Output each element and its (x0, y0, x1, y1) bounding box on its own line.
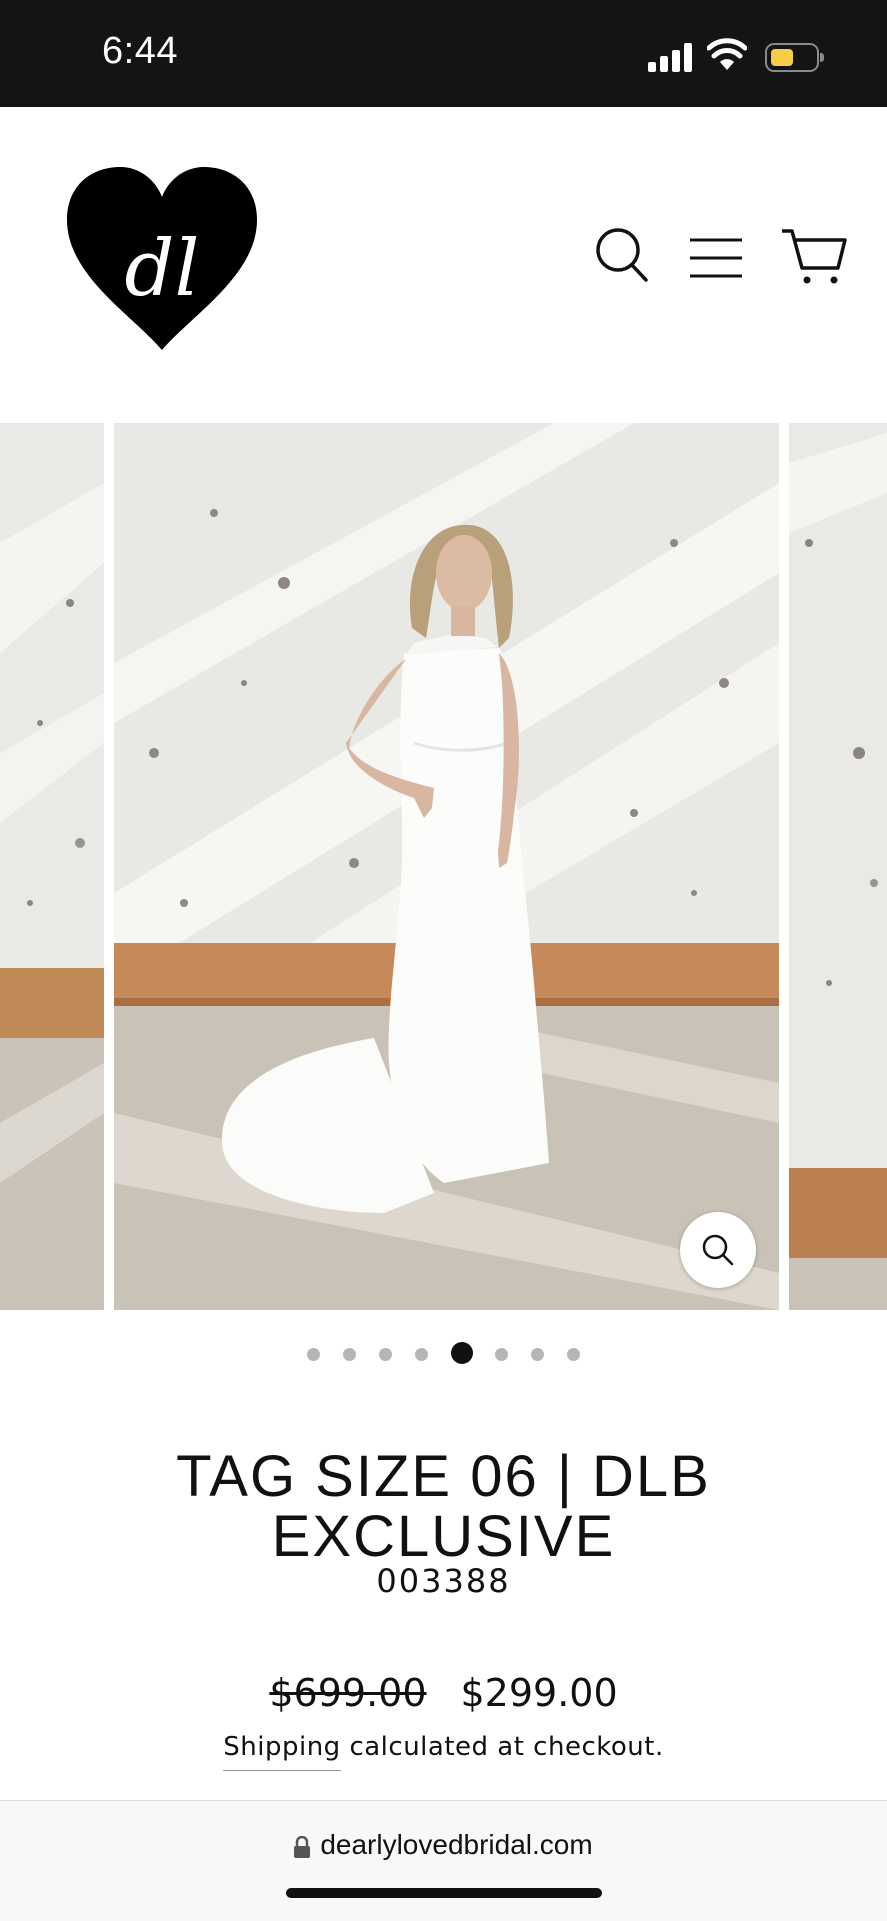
lock-icon (294, 1835, 311, 1858)
shipping-link[interactable]: Shipping (223, 1732, 341, 1771)
gallery-dot[interactable] (567, 1348, 580, 1361)
shipping-note-text: calculated at checkout. (340, 1732, 664, 1762)
browser-address-bar: dearlylovedbridal.com (0, 1800, 887, 1921)
menu-icon[interactable] (688, 236, 744, 280)
product-gallery[interactable] (0, 423, 887, 1310)
gallery-dot[interactable] (343, 1348, 356, 1361)
wifi-icon (707, 38, 747, 70)
cart-icon[interactable] (780, 228, 848, 286)
shipping-note: Shipping calculated at checkout. (0, 1732, 887, 1771)
gallery-pagination (0, 1342, 887, 1366)
url-text: dearlylovedbridal.com (320, 1829, 593, 1860)
brand-logo[interactable]: dl (62, 165, 262, 355)
status-bar: 6:44 (0, 0, 887, 107)
home-indicator[interactable] (286, 1888, 602, 1898)
product-title: TAG SIZE 06 | DLB EXCLUSIVE (176, 1443, 711, 1569)
gallery-dot[interactable] (495, 1348, 508, 1361)
search-icon[interactable] (594, 226, 650, 284)
status-time: 6:44 (102, 30, 178, 72)
sale-price: $299.00 (460, 1671, 618, 1715)
gallery-dot[interactable] (415, 1348, 428, 1361)
gallery-dot[interactable] (531, 1348, 544, 1361)
product-sku: 003388 (376, 1562, 511, 1600)
url-field[interactable]: dearlylovedbridal.com (0, 1829, 887, 1861)
gallery-dot[interactable] (379, 1348, 392, 1361)
cellular-signal-icon (648, 42, 694, 72)
gallery-dot[interactable] (307, 1348, 320, 1361)
gallery-slide-main[interactable] (114, 423, 779, 1310)
compare-at-price: $699.00 (269, 1671, 427, 1715)
zoom-button[interactable] (680, 1212, 756, 1288)
gallery-dot-active[interactable] (451, 1342, 473, 1364)
zoom-icon (702, 1234, 734, 1266)
price-block: $699.00 $299.00 (0, 1671, 887, 1715)
battery-icon (765, 43, 824, 72)
gallery-slide-next[interactable] (789, 423, 887, 1310)
gallery-slide-previous[interactable] (0, 423, 104, 1310)
svg-text:dl: dl (125, 224, 200, 314)
